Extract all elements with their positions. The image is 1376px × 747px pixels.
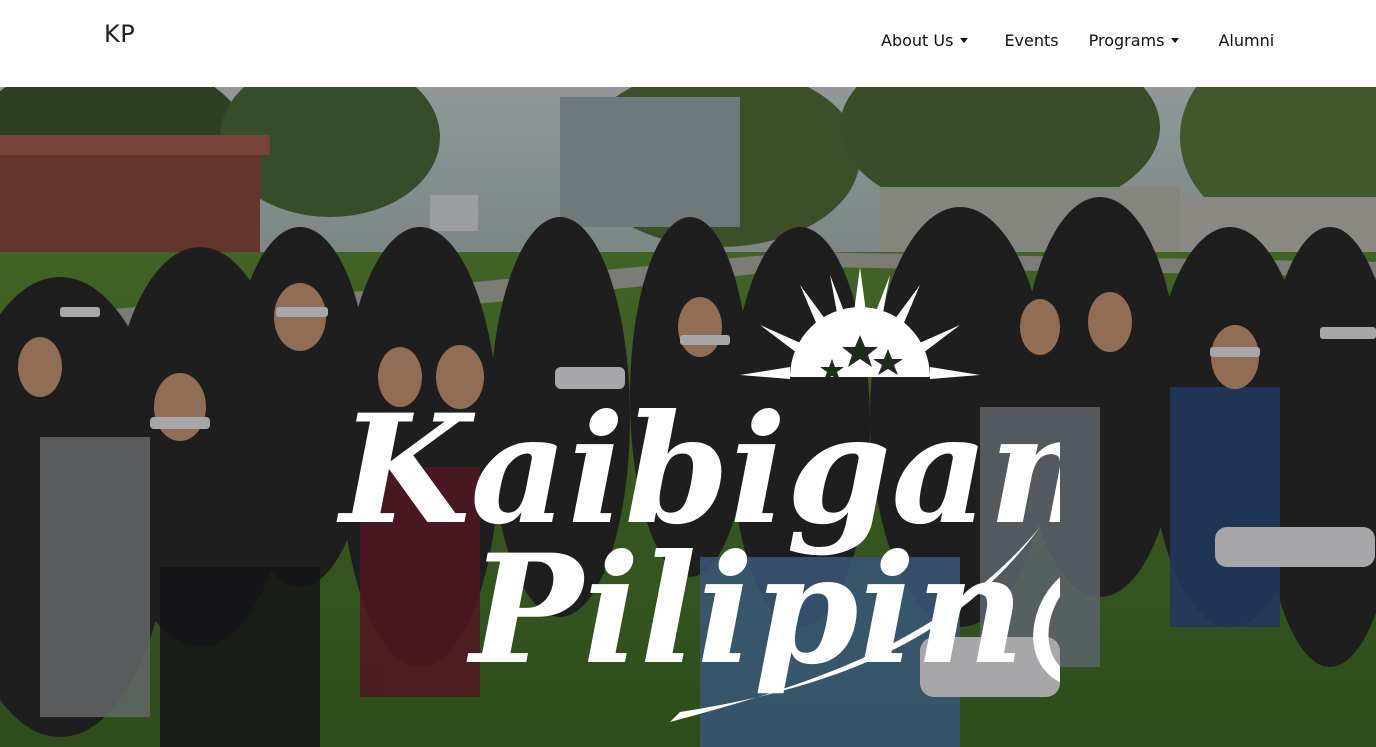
top-navbar: KP About Us Events Programs Alumni <box>0 0 1376 87</box>
nav-item-label: Events <box>1004 31 1059 50</box>
nav-item-about-us[interactable]: About Us <box>881 31 969 50</box>
kaibigang-pilipina-logo: Kaibigang Pilipin@ <box>336 267 1060 722</box>
nav-item-label: Programs <box>1088 31 1165 50</box>
nav-item-label: About Us <box>881 31 954 50</box>
logo-line-2: Pilipin@ <box>466 522 1060 698</box>
nav-item-programs[interactable]: Programs <box>1089 31 1180 50</box>
sun-rays-icon <box>740 267 980 379</box>
caret-down-icon <box>1171 38 1180 43</box>
hero-banner: Kaibigang Pilipin@ <box>0 87 1376 747</box>
nav-item-label: Alumni <box>1218 31 1275 50</box>
nav-item-alumni[interactable]: Alumni <box>1218 31 1274 50</box>
nav-item-events[interactable]: Events <box>1004 31 1058 50</box>
nav-links: About Us Events Programs Alumni <box>881 31 1274 50</box>
caret-down-icon <box>960 38 969 43</box>
brand-logo-text[interactable]: KP <box>104 20 135 48</box>
